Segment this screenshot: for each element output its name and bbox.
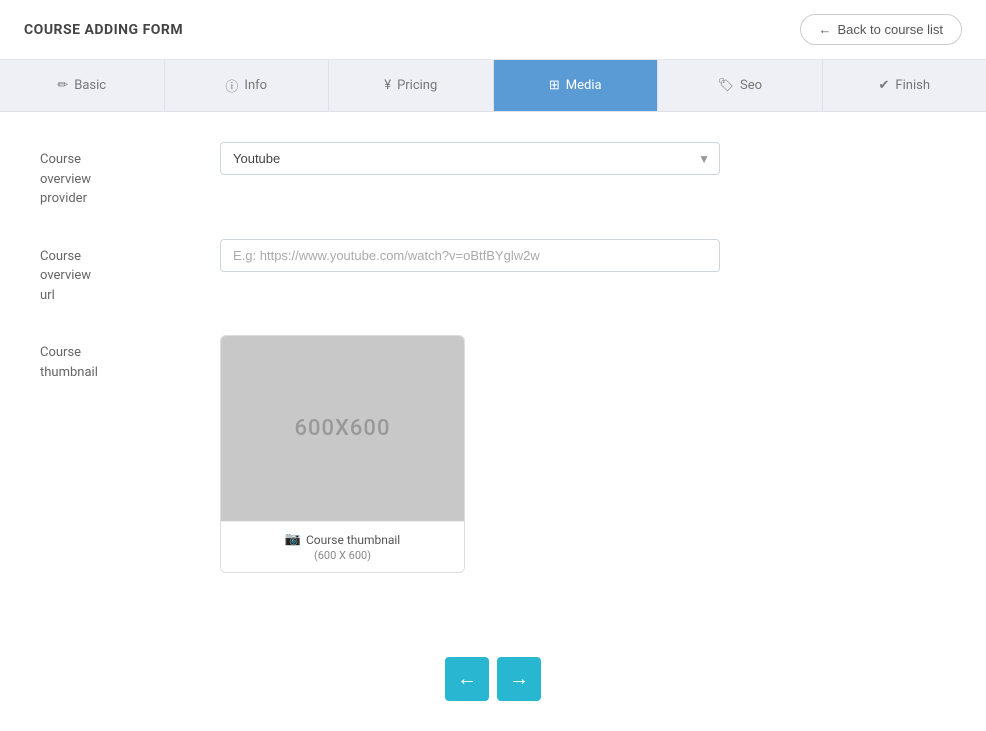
- back-button-label: Back to course list: [838, 22, 944, 37]
- thumbnail-card[interactable]: 600X600 📷 Course thumbnail (600 X 600): [220, 335, 465, 573]
- thumbnail-footer: 📷 Course thumbnail (600 X 600): [221, 521, 464, 572]
- tab-basic-label: Basic: [74, 78, 106, 93]
- thumbnail-label: Coursethumbnail: [40, 335, 220, 382]
- basic-tab-icon: ✏: [57, 78, 68, 93]
- thumbnail-size-hint: (600 X 600): [231, 549, 454, 562]
- overview-url-label: Courseoverviewurl: [40, 239, 220, 306]
- thumbnail-placeholder-image: 600X600: [221, 336, 464, 521]
- page-title: COURSE ADDING FORM: [24, 22, 183, 38]
- overview-provider-select[interactable]: Youtube Vimeo HTML5 Video: [220, 142, 720, 175]
- tab-pricing[interactable]: ¥ Pricing: [329, 60, 494, 111]
- overview-url-input[interactable]: [220, 239, 720, 272]
- tab-info-label: Info: [244, 78, 267, 93]
- tab-info[interactable]: ⓘ Info: [165, 60, 330, 111]
- pricing-tab-icon: ¥: [384, 78, 391, 93]
- next-button[interactable]: →: [497, 657, 541, 701]
- tab-seo[interactable]: 🏷 Seo: [658, 60, 823, 111]
- tab-pricing-label: Pricing: [397, 78, 437, 93]
- finish-tab-icon: ✔: [879, 78, 890, 93]
- tabs-navigation: ✏ Basic ⓘ Info ¥ Pricing ⊞ Media 🏷 Seo ✔…: [0, 60, 986, 112]
- back-to-course-list-button[interactable]: ← Back to course list: [800, 14, 963, 45]
- overview-url-row: Courseoverviewurl: [40, 239, 946, 306]
- overview-provider-label: Courseoverviewprovider: [40, 142, 220, 209]
- camera-icon: 📷: [285, 532, 301, 547]
- tab-media[interactable]: ⊞ Media: [494, 60, 659, 111]
- tab-media-label: Media: [566, 78, 602, 93]
- media-tab-icon: ⊞: [549, 78, 560, 93]
- info-tab-icon: ⓘ: [225, 76, 238, 95]
- tab-finish[interactable]: ✔ Finish: [823, 60, 986, 111]
- tab-seo-label: Seo: [740, 78, 762, 93]
- thumbnail-control: 600X600 📷 Course thumbnail (600 X 600): [220, 335, 720, 577]
- tab-finish-label: Finish: [895, 78, 930, 93]
- thumbnail-row: Coursethumbnail 600X600 📷 Course thumbna…: [40, 335, 946, 577]
- main-content: Courseoverviewprovider Youtube Vimeo HTM…: [0, 112, 986, 637]
- next-icon: →: [509, 668, 529, 691]
- page-header: COURSE ADDING FORM ← Back to course list: [0, 0, 986, 60]
- tab-basic[interactable]: ✏ Basic: [0, 60, 165, 111]
- prev-icon: ←: [457, 668, 477, 691]
- back-arrow-icon: ←: [819, 22, 832, 37]
- overview-provider-select-wrapper: Youtube Vimeo HTML5 Video ▼: [220, 142, 720, 175]
- overview-url-control: [220, 239, 720, 272]
- overview-provider-control: Youtube Vimeo HTML5 Video ▼: [220, 142, 720, 175]
- thumbnail-footer-label: 📷 Course thumbnail: [231, 532, 454, 547]
- seo-tab-icon: 🏷: [717, 78, 734, 93]
- prev-button[interactable]: ←: [445, 657, 489, 701]
- overview-provider-row: Courseoverviewprovider Youtube Vimeo HTM…: [40, 142, 946, 209]
- thumbnail-size-text: 600X600: [295, 416, 391, 441]
- form-navigation-buttons: ← →: [0, 637, 986, 731]
